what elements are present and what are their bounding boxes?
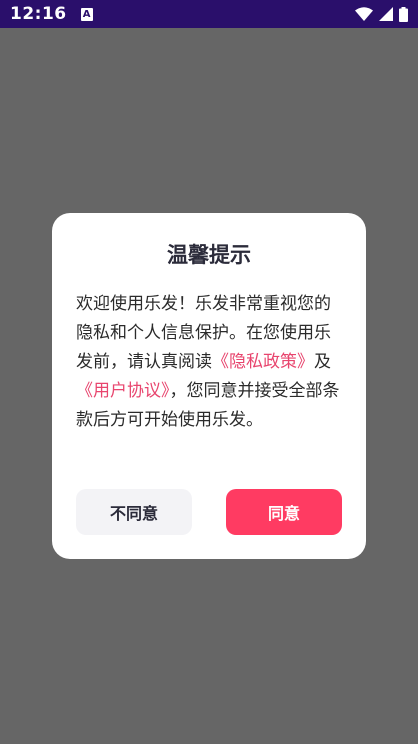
notification-app-icon: A bbox=[80, 7, 93, 21]
decline-button[interactable]: 不同意 bbox=[76, 489, 192, 535]
user-agreement-link[interactable]: 《用户协议》 bbox=[76, 381, 170, 401]
status-left: 12:16 A bbox=[10, 4, 93, 24]
battery-icon bbox=[399, 6, 408, 22]
privacy-policy-link[interactable]: 《隐私政策》 bbox=[212, 352, 314, 372]
agree-button[interactable]: 同意 bbox=[226, 489, 342, 535]
dialog-title: 温馨提示 bbox=[167, 243, 251, 267]
privacy-dialog: 温馨提示 欢迎使用乐发！乐发非常重视您的隐私和个人信息保护。在您使用乐发前，请认… bbox=[52, 213, 366, 559]
wifi-icon bbox=[355, 7, 373, 21]
status-bar: 12:16 A bbox=[0, 0, 418, 28]
status-right bbox=[355, 6, 408, 22]
status-time: 12:16 bbox=[10, 4, 67, 24]
body-text-and: 及 bbox=[314, 352, 331, 372]
dialog-body: 欢迎使用乐发！乐发非常重视您的隐私和个人信息保护。在您使用乐发前，请认真阅读《隐… bbox=[76, 290, 344, 435]
signal-icon bbox=[379, 7, 393, 21]
